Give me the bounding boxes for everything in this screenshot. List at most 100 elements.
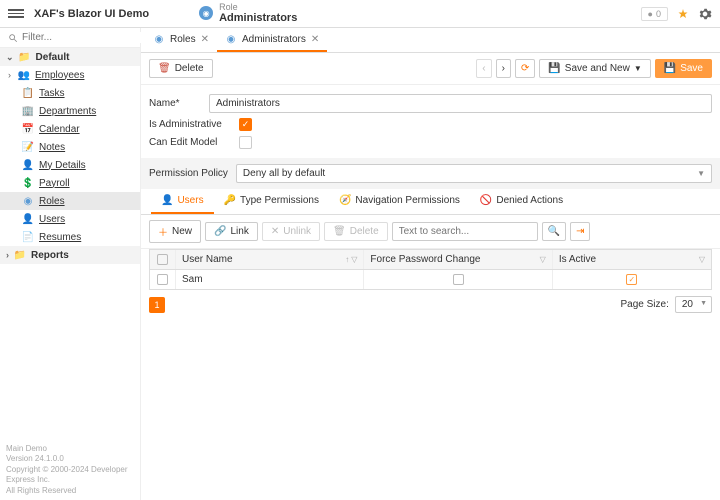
sidebar-search-input[interactable] <box>22 32 154 43</box>
filter-icon[interactable]: ▽ <box>699 255 705 264</box>
sort-icon[interactable]: ↑ <box>345 255 349 264</box>
roles-icon: ◉ <box>225 33 237 45</box>
app-title: XAF's Blazor UI Demo <box>34 8 149 20</box>
sidebar-search[interactable] <box>0 28 140 48</box>
force-pw-checkbox[interactable] <box>453 274 464 285</box>
detail-form: Name* Is Administrative ✓ Can Edit Model <box>141 85 720 158</box>
gear-icon[interactable] <box>698 7 712 21</box>
main-content: ◉ Roles ✕ ◉ Administrators ✕ 🗑Delete ‹ ›… <box>141 28 720 500</box>
close-icon[interactable]: ✕ <box>201 34 209 45</box>
sidebar-item-departments[interactable]: 🏢Departments <box>0 102 140 120</box>
sidebar-item-my-details[interactable]: 👤My Details <box>0 156 140 174</box>
sub-tab-nav-perms[interactable]: 🧭Navigation Permissions <box>329 189 470 214</box>
unlink-button[interactable]: ✕Unlink <box>262 222 320 241</box>
pager: 1 Page Size: 20 <box>141 290 720 319</box>
chevron-down-icon: ▼ <box>697 169 705 178</box>
select-all-checkbox[interactable] <box>157 254 168 265</box>
sidebar-item-employees[interactable]: ›👥Employees <box>0 66 140 84</box>
filter-icon[interactable]: ▽ <box>540 255 546 264</box>
tab-roles[interactable]: ◉ Roles ✕ <box>145 28 217 52</box>
search-button[interactable]: 🔍 <box>542 222 566 241</box>
menu-toggle-icon[interactable] <box>8 6 24 22</box>
perm-policy-label: Permission Policy <box>149 168 228 179</box>
can-edit-checkbox[interactable] <box>239 136 252 149</box>
folder-icon: 📁 <box>19 51 31 63</box>
search-icon: 🔍 <box>548 226 560 237</box>
denied-icon: 🚫 <box>480 195 492 206</box>
search-icon <box>8 33 18 43</box>
chevron-left-icon: ‹ <box>482 63 485 74</box>
sidebar-group-reports[interactable]: › 📁 Reports <box>0 246 140 264</box>
sidebar-item-resumes[interactable]: 📄Resumes <box>0 228 140 246</box>
user-icon: 👤 <box>22 159 34 171</box>
sidebar-item-notes[interactable]: 📝Notes <box>0 138 140 156</box>
pin-icon[interactable] <box>676 7 690 21</box>
sub-tab-users[interactable]: 👤Users <box>151 189 214 214</box>
filter-icon[interactable]: ▽ <box>351 255 357 264</box>
name-label: Name* <box>149 98 209 109</box>
row-checkbox[interactable] <box>157 274 168 285</box>
link-icon: 🔗 <box>214 226 226 237</box>
refresh-button[interactable]: ⟳ <box>515 59 535 78</box>
footer-info: Main Demo Version 24.1.0.0 Copyright © 2… <box>0 440 140 500</box>
resumes-icon: 📄 <box>22 231 34 243</box>
save-icon: 💾 <box>548 63 560 74</box>
col-force-pw[interactable]: Force Password Change▽ <box>364 250 552 269</box>
app-header: XAF's Blazor UI Demo ◉ Role Administrato… <box>0 0 720 28</box>
grid-search-input[interactable] <box>392 222 538 241</box>
export-icon: ⇥ <box>576 226 584 237</box>
nav-tree: ⌄ 📁 Default ›👥Employees 📋Tasks 🏢Departme… <box>0 48 140 440</box>
tab-bar: ◉ Roles ✕ ◉ Administrators ✕ <box>141 28 720 53</box>
tasks-icon: 📋 <box>22 87 34 99</box>
can-edit-label: Can Edit Model <box>149 137 239 148</box>
sidebar-item-tasks[interactable]: 📋Tasks <box>0 84 140 102</box>
cell-user-name: Sam <box>176 270 364 289</box>
page-size-label: Page Size: <box>621 299 669 310</box>
close-icon[interactable]: ✕ <box>311 34 319 45</box>
sub-tab-denied[interactable]: 🚫Denied Actions <box>470 189 573 214</box>
chevron-right-icon: › <box>8 70 11 80</box>
tab-administrators[interactable]: ◉ Administrators ✕ <box>217 28 327 52</box>
chevron-right-icon: › <box>6 250 9 260</box>
chevron-down-icon: ▼ <box>634 64 642 73</box>
notification-counter[interactable]: ● 0 <box>641 7 668 21</box>
col-user-name[interactable]: User Name↑▽ <box>176 250 364 269</box>
plus-icon: ＋ <box>158 224 168 239</box>
is-active-checkbox[interactable]: ✓ <box>626 274 637 285</box>
users-icon: 👤 <box>22 213 34 225</box>
col-is-active[interactable]: Is Active▽ <box>553 250 711 269</box>
sidebar-item-roles[interactable]: ◉Roles <box>0 192 140 210</box>
roles-icon: ◉ <box>22 195 34 207</box>
perm-policy-select[interactable]: Deny all by default ▼ <box>236 164 712 183</box>
save-button[interactable]: 💾Save <box>655 59 712 78</box>
payroll-icon: 💲 <box>22 177 34 189</box>
is-admin-checkbox[interactable]: ✓ <box>239 118 252 131</box>
table-row[interactable]: Sam ✓ <box>150 270 711 289</box>
notes-icon: 📝 <box>22 141 34 153</box>
export-button[interactable]: ⇥ <box>570 222 590 241</box>
grid-toolbar: ＋New 🔗Link ✕Unlink 🗑Delete 🔍 ⇥ <box>141 215 720 249</box>
name-input[interactable] <box>209 94 712 113</box>
sidebar-item-users[interactable]: 👤Users <box>0 210 140 228</box>
grid-delete-button[interactable]: 🗑Delete <box>324 222 388 241</box>
new-button[interactable]: ＋New <box>149 220 201 243</box>
link-button[interactable]: 🔗Link <box>205 222 258 241</box>
breadcrumb-type: Role <box>219 2 297 13</box>
page-size-select[interactable]: 20 <box>675 296 712 313</box>
delete-button[interactable]: 🗑Delete <box>149 59 213 78</box>
folder-icon: 📁 <box>14 249 26 261</box>
type-perms-icon: 🔑 <box>224 195 236 206</box>
sub-tab-type-perms[interactable]: 🔑Type Permissions <box>214 189 329 214</box>
sidebar-item-payroll[interactable]: 💲Payroll <box>0 174 140 192</box>
employees-icon: 👥 <box>18 69 30 81</box>
chevron-down-icon: ⌄ <box>6 52 14 63</box>
prev-record-button[interactable]: ‹ <box>476 59 491 78</box>
save-and-new-button[interactable]: 💾Save and New▼ <box>539 59 650 78</box>
grid-header: User Name↑▽ Force Password Change▽ Is Ac… <box>150 250 711 270</box>
save-icon: 💾 <box>664 63 676 74</box>
sidebar-item-calendar[interactable]: 📅Calendar <box>0 120 140 138</box>
next-record-button[interactable]: › <box>496 59 511 78</box>
sidebar-group-default[interactable]: ⌄ 📁 Default <box>0 48 140 66</box>
page-1-button[interactable]: 1 <box>149 297 165 313</box>
trash-icon: 🗑 <box>158 63 171 74</box>
